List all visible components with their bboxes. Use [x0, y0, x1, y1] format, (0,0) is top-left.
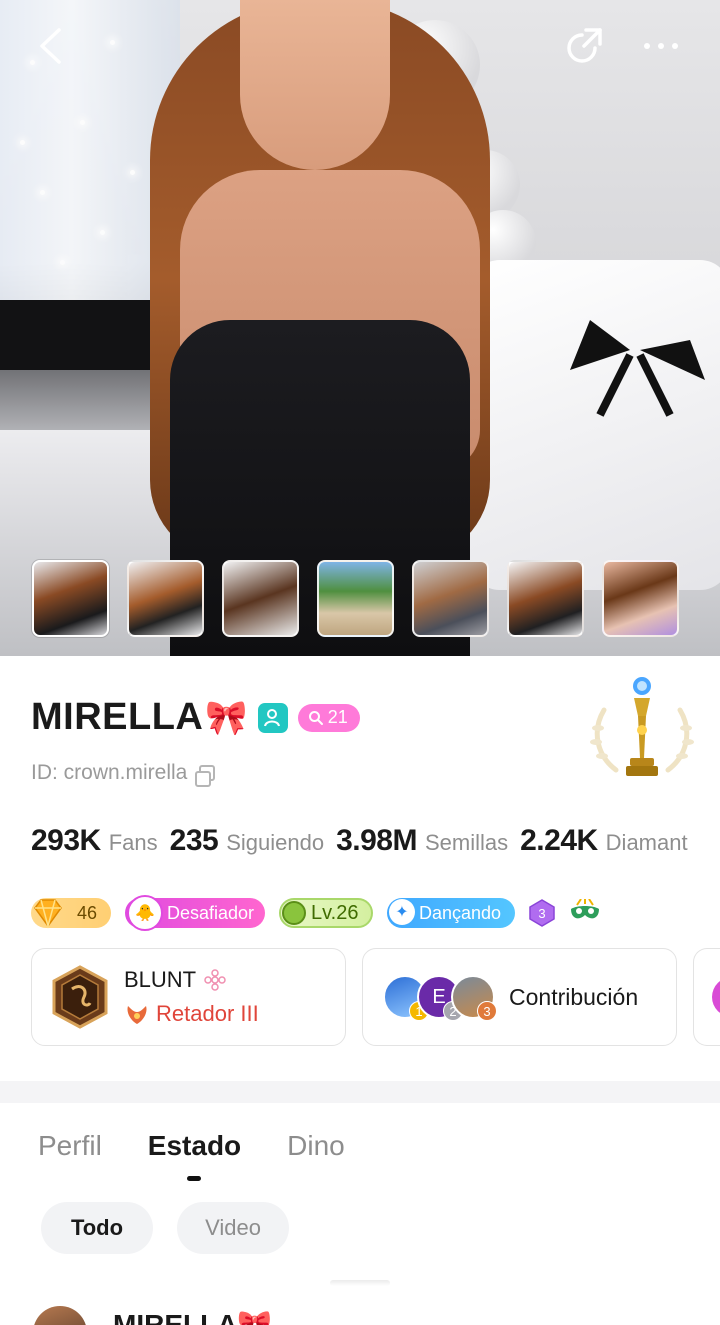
- name-row: MIRELLA 🎀 21: [31, 696, 360, 739]
- challenger-badge[interactable]: 🐥 Desafiador: [125, 895, 265, 931]
- svg-text:3: 3: [538, 906, 545, 921]
- diamond-level: 46: [76, 902, 97, 923]
- more-icon: [644, 43, 650, 49]
- person-face: [240, 0, 390, 170]
- tab-perfil[interactable]: Perfil: [38, 1130, 102, 1162]
- fans-count[interactable]: 293K: [31, 824, 101, 858]
- back-button[interactable]: [28, 24, 72, 68]
- trophy-icon[interactable]: [582, 670, 702, 790]
- rank-emblem-icon: [52, 965, 108, 1029]
- profile-tabs: Perfil Estado Dino: [38, 1130, 345, 1181]
- section-divider: [0, 1081, 720, 1103]
- more-options-button[interactable]: [636, 24, 686, 68]
- contribution-card[interactable]: 1 E 2 3 Contribución: [362, 948, 677, 1046]
- photo-thumbnail[interactable]: [412, 560, 489, 637]
- photo-thumbnail[interactable]: [222, 560, 299, 637]
- partial-card[interactable]: [693, 948, 720, 1046]
- seeds-count[interactable]: 3.98M: [336, 824, 417, 858]
- following-count[interactable]: 235: [170, 824, 219, 858]
- tab-estado[interactable]: Estado: [148, 1130, 241, 1181]
- feature-cards: BLUNT Retador III 1 E 2 3 Contribución: [31, 948, 720, 1046]
- user-id: ID: crown.mirella: [31, 761, 188, 784]
- fan-group-count: 21: [327, 707, 348, 727]
- search-user-icon: [308, 710, 323, 725]
- copy-icon[interactable]: [195, 765, 216, 787]
- top-contributors: 1 E 2 3: [383, 975, 497, 1021]
- filter-todo[interactable]: Todo: [41, 1202, 153, 1254]
- diamonds-label[interactable]: Diamant: [606, 830, 688, 856]
- seeds-label[interactable]: Semillas: [425, 830, 508, 856]
- level-icon: [282, 901, 306, 925]
- photo-thumbnail[interactable]: [32, 560, 109, 637]
- scroll-shadow: [330, 1280, 390, 1286]
- diamond-icon: [34, 899, 62, 929]
- rank-name-row: BLUNT: [124, 967, 259, 993]
- photo-thumbnail[interactable]: [602, 560, 679, 637]
- photo-thumbnail[interactable]: [507, 560, 584, 637]
- flower-icon: [204, 969, 226, 991]
- content-filters: Todo Video: [41, 1202, 289, 1254]
- hexagon-level-icon[interactable]: 3: [529, 899, 555, 927]
- dance-label: Dançando: [419, 902, 502, 923]
- profile-cover-photo[interactable]: [0, 0, 720, 656]
- rank-tier: Retador III: [156, 1001, 259, 1026]
- share-icon: [567, 28, 602, 63]
- rank-text: BLUNT Retador III: [124, 967, 259, 1027]
- tab-dino[interactable]: Dino: [287, 1130, 345, 1162]
- user-level: Lv.26: [311, 901, 359, 924]
- post-preview[interactable]: MIRELLA🎀: [0, 1280, 720, 1325]
- phoenix-icon: [127, 1006, 147, 1024]
- diamond-level-badge[interactable]: 46: [31, 898, 111, 929]
- profile-name: MIRELLA: [31, 696, 204, 738]
- bow-emoji: 🎀: [205, 698, 248, 737]
- fans-label[interactable]: Fans: [109, 830, 158, 856]
- ribbon-bow: [570, 320, 705, 417]
- dance-icon: ✦: [389, 899, 415, 925]
- challenger-label: Desafiador: [167, 902, 255, 923]
- profile-header: MIRELLA 🎀 21 ID: crown.mirella 293K Fans…: [0, 656, 720, 1081]
- rank-tier-row: Retador III: [124, 1001, 259, 1027]
- share-button[interactable]: [562, 24, 606, 68]
- diamonds-count[interactable]: 2.24K: [520, 824, 598, 858]
- contribution-label: Contribución: [509, 983, 639, 1010]
- avatar[interactable]: [33, 1306, 87, 1325]
- following-label[interactable]: Siguiendo: [226, 830, 324, 856]
- mascot-icon: 🐥: [127, 895, 163, 931]
- filter-video[interactable]: Video: [177, 1202, 289, 1254]
- post-author: MIRELLA🎀: [113, 1309, 273, 1325]
- rank-name: BLUNT: [124, 967, 197, 992]
- chevron-left-icon: [40, 28, 61, 64]
- carnival-mask-icon[interactable]: [569, 899, 601, 927]
- photo-thumbnail[interactable]: [317, 560, 394, 637]
- rank-card[interactable]: BLUNT Retador III: [31, 948, 346, 1046]
- fan-group-badge[interactable]: 21: [297, 703, 360, 732]
- contributor-avatar: 3: [451, 975, 497, 1021]
- profile-stats: 293K Fans 235 Siguiendo 3.98M Semillas 2…: [31, 824, 700, 858]
- dance-tag-badge[interactable]: ✦ Dançando: [387, 898, 515, 928]
- verified-user-icon[interactable]: [257, 702, 288, 733]
- photo-thumbnail-strip: [32, 560, 679, 637]
- badge-row: 46 🐥 Desafiador Lv.26 ✦ Dançando 3: [31, 895, 601, 931]
- photo-thumbnail[interactable]: [127, 560, 204, 637]
- user-level-badge[interactable]: Lv.26: [279, 898, 373, 928]
- user-id-row: ID: crown.mirella: [31, 761, 216, 787]
